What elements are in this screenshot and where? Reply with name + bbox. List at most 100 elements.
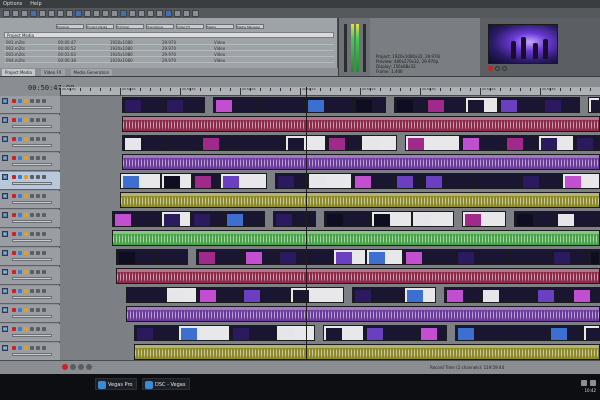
video-clip[interactable] [324, 211, 371, 227]
video-clip[interactable] [120, 173, 161, 189]
playhead[interactable] [306, 87, 307, 366]
track-lane[interactable] [60, 191, 600, 209]
video-clip[interactable] [423, 173, 474, 189]
toolbar-button[interactable] [75, 9, 82, 17]
loop-icon[interactable] [36, 156, 40, 160]
video-clip[interactable] [504, 135, 538, 151]
loop-icon[interactable] [42, 99, 46, 103]
solo-icon[interactable] [18, 194, 22, 198]
video-clip[interactable] [196, 249, 243, 265]
track-lane[interactable] [60, 96, 600, 114]
record-icon[interactable] [12, 194, 16, 198]
video-clip[interactable] [168, 135, 200, 151]
mute-icon[interactable] [24, 289, 28, 293]
video-clip[interactable] [455, 325, 507, 341]
video-clip[interactable] [333, 249, 366, 265]
volume-slider[interactable] [12, 353, 52, 356]
video-clip[interactable] [364, 325, 418, 341]
toolbar-button[interactable] [93, 9, 100, 17]
solo-icon[interactable] [18, 213, 22, 217]
toolbar-button[interactable] [39, 9, 46, 17]
taskbar-app-vegas[interactable]: Vegas Pro [95, 378, 138, 390]
track-header[interactable]: 11 [0, 286, 60, 304]
toolbar-button[interactable] [138, 9, 145, 17]
loop-icon[interactable] [36, 308, 40, 312]
track-header[interactable]: 7 [0, 210, 60, 228]
record-icon[interactable] [12, 270, 16, 274]
master-fader-right[interactable] [363, 24, 366, 72]
loop-icon[interactable] [36, 232, 40, 236]
video-clip[interactable] [224, 211, 265, 227]
solo-icon[interactable] [18, 175, 22, 179]
track-header[interactable]: 13 [0, 324, 60, 342]
toolbar-button[interactable] [192, 9, 199, 17]
record-icon[interactable] [12, 308, 16, 312]
video-clip[interactable] [213, 97, 258, 113]
mute-icon[interactable] [24, 308, 28, 312]
video-clip[interactable] [230, 325, 276, 341]
video-clip[interactable] [305, 97, 353, 113]
loop-icon[interactable] [36, 194, 40, 198]
track-lane[interactable] [60, 210, 600, 228]
window-tab[interactable]: Project Media [2, 68, 35, 76]
solo-icon[interactable] [18, 156, 22, 160]
loop-icon[interactable] [42, 213, 46, 217]
loop-icon[interactable] [36, 213, 40, 217]
loop-icon[interactable] [42, 346, 46, 350]
time-ruler[interactable]: 00:50:30 00:50:40 00:50:50 00:51:00 00:51:10… [60, 87, 600, 96]
toolbar-button[interactable] [129, 9, 136, 17]
record-icon[interactable] [12, 213, 16, 217]
track-header[interactable]: 8 [0, 229, 60, 247]
explorer-tab[interactable]: Project Media [86, 24, 114, 29]
video-clip[interactable] [164, 97, 205, 113]
toolbar-button[interactable] [3, 9, 10, 17]
loop-icon[interactable] [42, 232, 46, 236]
video-clip[interactable] [161, 211, 191, 227]
video-clip[interactable] [444, 287, 480, 303]
volume-slider[interactable] [12, 201, 52, 204]
loop-icon[interactable] [36, 175, 40, 179]
video-clip[interactable] [258, 97, 305, 113]
solo-icon[interactable] [18, 327, 22, 331]
loop-icon[interactable] [30, 327, 34, 331]
loop-icon[interactable] [36, 99, 40, 103]
toolbar-button[interactable] [21, 9, 28, 17]
volume-slider[interactable] [12, 239, 52, 242]
toolbar-button[interactable] [147, 9, 154, 17]
record-icon[interactable] [12, 251, 16, 255]
window-tab[interactable]: Video FX [40, 68, 65, 76]
network-icon[interactable] [581, 380, 587, 386]
video-clip[interactable] [116, 249, 159, 265]
mute-icon[interactable] [24, 137, 28, 141]
loop-icon[interactable] [30, 289, 34, 293]
stop-icon[interactable] [86, 364, 92, 370]
media-row[interactable]: 002.m2ts 00:00:52 1920x1080 29.970 Video [4, 46, 334, 51]
video-clip[interactable] [574, 135, 600, 151]
video-clip[interactable] [134, 325, 178, 341]
video-clip[interactable] [178, 325, 230, 341]
video-clip[interactable] [403, 249, 455, 265]
video-clip[interactable] [326, 135, 361, 151]
loop-icon[interactable] [30, 213, 34, 217]
track-header[interactable]: 12 [0, 305, 60, 323]
loop-icon[interactable] [36, 137, 40, 141]
track-header[interactable]: 14 [0, 343, 60, 361]
loop-icon[interactable] [30, 308, 34, 312]
video-clip[interactable] [122, 97, 164, 113]
toolbar-button[interactable] [57, 9, 64, 17]
stop-icon[interactable] [502, 66, 507, 71]
toolbar-button[interactable] [156, 9, 163, 17]
video-clip[interactable] [551, 249, 588, 265]
toolbar-button[interactable] [12, 9, 19, 17]
video-clip[interactable] [290, 287, 344, 303]
media-row[interactable]: 003.m2ts 00:01:03 1920x1080 29.970 Video [4, 52, 334, 57]
video-clip[interactable] [462, 211, 506, 227]
track-lane[interactable] [60, 134, 600, 152]
video-clip[interactable] [243, 249, 277, 265]
play-icon[interactable] [495, 66, 500, 71]
video-clip[interactable] [192, 173, 220, 189]
mute-icon[interactable] [24, 213, 28, 217]
solo-icon[interactable] [18, 289, 22, 293]
track-lane[interactable] [60, 229, 600, 247]
video-clip[interactable] [308, 173, 352, 189]
